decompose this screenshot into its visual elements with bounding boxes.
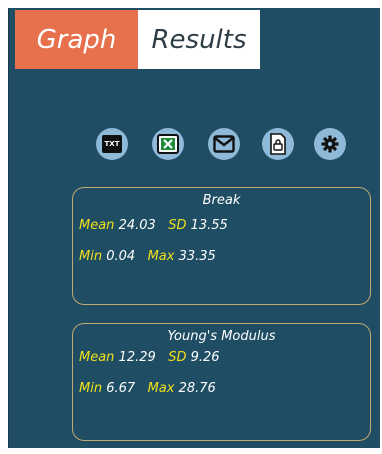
max-label: Max: [147, 249, 175, 264]
sd-label: SD: [168, 218, 187, 233]
min-value: 0.04: [106, 249, 136, 264]
txt-export-icon: TXT: [102, 135, 122, 153]
youngs-mean-sd-row: Mean 12.29 SD 9.26: [79, 350, 220, 365]
break-title: Break: [202, 193, 241, 208]
min-label: Min: [79, 249, 103, 264]
sd-label: SD: [168, 350, 187, 365]
save-button[interactable]: [262, 128, 294, 160]
min-label: Min: [79, 381, 103, 396]
excel-export-button[interactable]: [152, 128, 184, 160]
mean-label: Mean: [79, 218, 115, 233]
youngs-modulus-stats-box: Young's Modulus Mean 12.29 SD 9.26 Min 6…: [72, 323, 371, 441]
settings-button[interactable]: [314, 128, 346, 160]
export-toolbar: TXT: [0, 128, 382, 164]
max-value: 28.76: [178, 381, 216, 396]
break-min-max-row: Min 0.04 Max 33.35: [79, 249, 216, 264]
excel-export-icon: [157, 134, 179, 154]
min-value: 6.67: [106, 381, 136, 396]
mean-value: 24.03: [118, 218, 156, 233]
sd-value: 9.26: [190, 350, 220, 365]
txt-export-button[interactable]: TXT: [96, 128, 128, 160]
mean-value: 12.29: [118, 350, 156, 365]
sd-value: 13.55: [190, 218, 228, 233]
break-mean-sd-row: Mean 24.03 SD 13.55: [79, 218, 228, 233]
max-label: Max: [147, 381, 175, 396]
txt-label: TXT: [104, 140, 120, 148]
save-icon: [270, 133, 286, 155]
email-icon: [213, 135, 235, 153]
max-value: 33.35: [178, 249, 216, 264]
settings-gear-icon: [321, 135, 339, 153]
break-stats-box: Break Mean 24.03 SD 13.55 Min 0.04 Max 3…: [72, 187, 371, 305]
mean-label: Mean: [79, 350, 115, 365]
youngs-min-max-row: Min 6.67 Max 28.76: [79, 381, 216, 396]
tab-results[interactable]: Results: [138, 10, 260, 69]
email-button[interactable]: [208, 128, 240, 160]
tab-graph[interactable]: Graph: [15, 10, 138, 69]
youngs-modulus-title: Young's Modulus: [167, 329, 276, 344]
